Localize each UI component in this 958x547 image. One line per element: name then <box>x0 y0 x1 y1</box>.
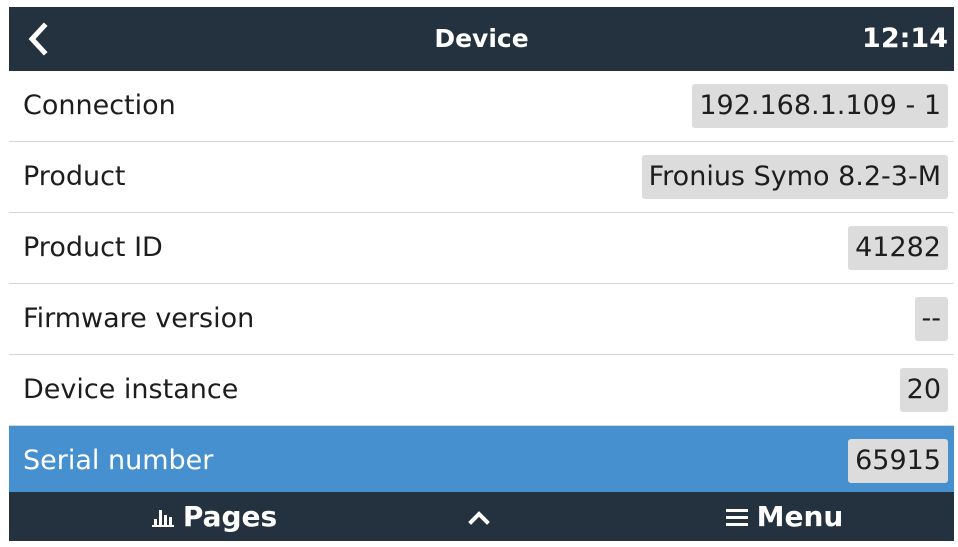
row-label: Firmware version <box>23 303 255 334</box>
row-label: Product <box>23 161 126 192</box>
list-item-product[interactable]: Product Fronius Symo 8.2-3-M <box>9 142 954 213</box>
row-label: Connection <box>23 90 176 121</box>
row-value: 41282 <box>848 226 948 270</box>
chevron-up-icon <box>468 510 490 525</box>
pages-button[interactable]: Pages <box>129 492 299 541</box>
list-item-product-id[interactable]: Product ID 41282 <box>9 213 954 284</box>
row-value: 65915 <box>848 439 948 483</box>
row-value: 20 <box>899 368 948 412</box>
row-value: -- <box>914 297 948 341</box>
pages-label: Pages <box>182 500 278 533</box>
hamburger-menu-icon <box>725 508 748 526</box>
header-bar: Device 12:14 <box>9 7 954 71</box>
list-item-connection[interactable]: Connection 192.168.1.109 - 1 <box>9 71 954 142</box>
list-item-serial-number[interactable]: Serial number 65915 <box>9 426 954 497</box>
settings-list: Connection 192.168.1.109 - 1 Product Fro… <box>9 71 954 497</box>
device-screen: Device 12:14 Connection 192.168.1.109 - … <box>9 7 954 541</box>
list-item-device-instance[interactable]: Device instance 20 <box>9 355 954 426</box>
bar-chart-icon <box>151 509 174 527</box>
row-label: Serial number <box>23 445 214 476</box>
footer-bar: Pages Menu <box>9 492 954 541</box>
row-label: Device instance <box>23 374 239 405</box>
menu-button[interactable]: Menu <box>699 492 869 541</box>
row-value: Fronius Symo 8.2-3-M <box>641 155 948 199</box>
row-value: 192.168.1.109 - 1 <box>692 84 948 128</box>
page-title: Device <box>434 24 529 53</box>
row-label: Product ID <box>23 232 163 263</box>
clock: 12:14 <box>862 23 948 54</box>
list-item-firmware-version[interactable]: Firmware version -- <box>9 284 954 355</box>
scroll-up-button[interactable] <box>454 492 504 541</box>
menu-label: Menu <box>756 500 844 533</box>
